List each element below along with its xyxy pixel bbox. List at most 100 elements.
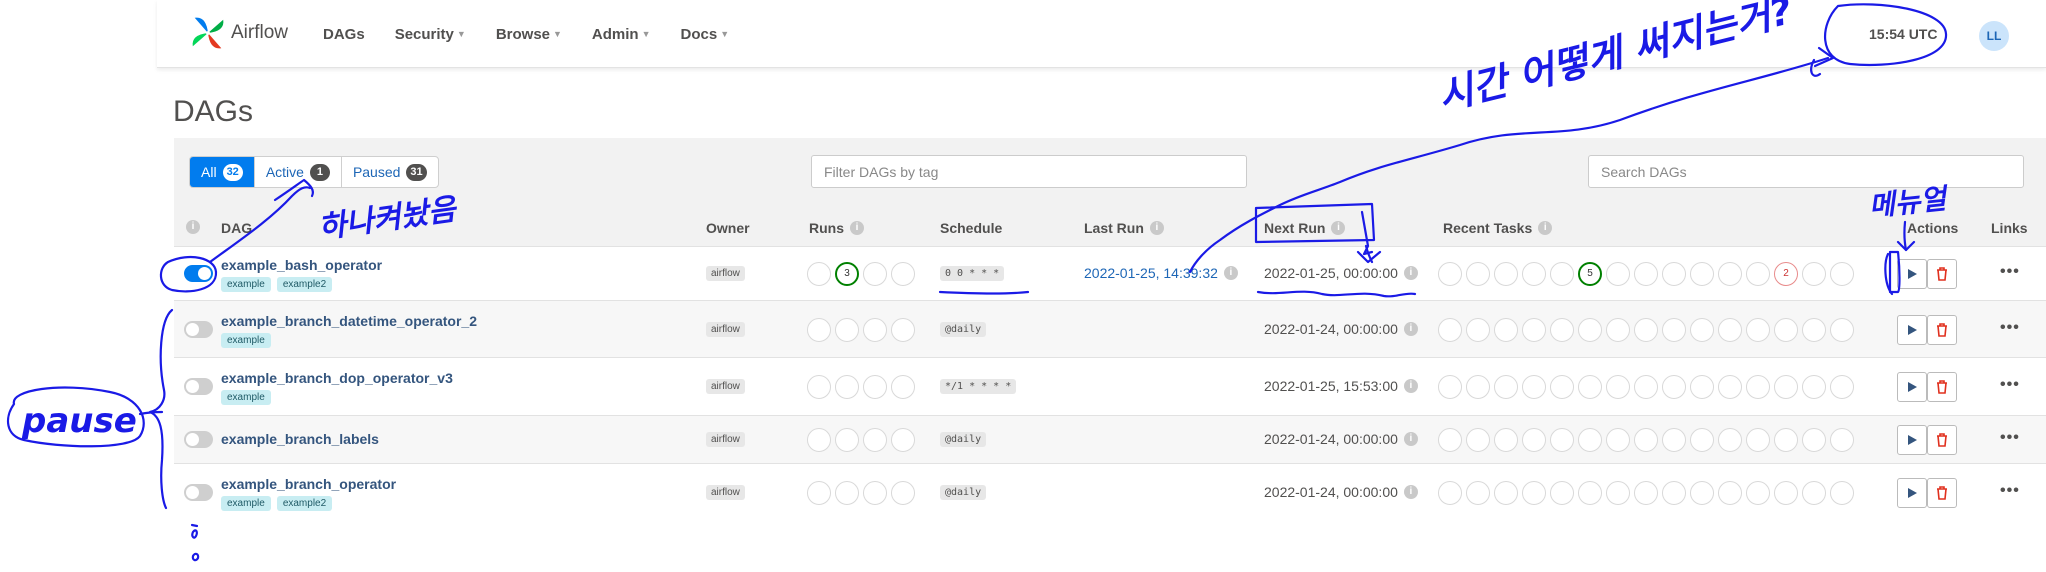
schedule-badge[interactable]: */1 * * * * bbox=[940, 379, 1017, 394]
filter-paused[interactable]: Paused 31 bbox=[342, 157, 438, 187]
task-state-circle[interactable] bbox=[1466, 375, 1490, 399]
task-state-circle[interactable] bbox=[1634, 481, 1658, 505]
dag-tag[interactable]: example bbox=[221, 496, 271, 511]
owner-badge[interactable]: airflow bbox=[706, 485, 745, 500]
task-state-circle[interactable] bbox=[1578, 481, 1602, 505]
task-state-circle[interactable] bbox=[1774, 428, 1798, 452]
dag-pause-toggle[interactable] bbox=[184, 484, 213, 501]
task-state-circle[interactable] bbox=[1830, 317, 1854, 342]
task-state-circle[interactable] bbox=[1438, 481, 1462, 505]
task-state-circle[interactable] bbox=[1690, 375, 1714, 399]
owner-badge[interactable]: airflow bbox=[706, 432, 745, 447]
task-state-circle[interactable] bbox=[1606, 375, 1630, 399]
task-state-circle[interactable] bbox=[1802, 481, 1826, 505]
dag-search-input[interactable] bbox=[1588, 155, 2024, 188]
run-state-circle[interactable] bbox=[807, 375, 831, 399]
task-state-circle[interactable] bbox=[1550, 428, 1574, 452]
delete-dag-button[interactable] bbox=[1927, 425, 1957, 455]
delete-dag-button[interactable] bbox=[1927, 478, 1957, 508]
nav-dags[interactable]: DAGs bbox=[323, 26, 365, 43]
task-state-circle[interactable] bbox=[1494, 481, 1518, 505]
task-state-circle[interactable] bbox=[1634, 262, 1658, 286]
schedule-badge[interactable]: 0 0 * * * bbox=[940, 266, 1005, 281]
task-state-circle[interactable] bbox=[1466, 317, 1490, 342]
col-schedule[interactable]: Schedule bbox=[940, 220, 1002, 236]
user-avatar[interactable]: LL bbox=[1979, 21, 2009, 51]
trigger-dag-button[interactable] bbox=[1897, 478, 1927, 508]
task-state-circle[interactable] bbox=[1802, 428, 1826, 452]
task-state-circle[interactable] bbox=[1606, 262, 1630, 286]
task-state-circle[interactable] bbox=[1494, 262, 1518, 286]
trigger-dag-button[interactable] bbox=[1897, 372, 1927, 402]
task-state-circle[interactable] bbox=[1578, 317, 1602, 342]
run-state-circle[interactable] bbox=[807, 262, 831, 286]
dag-tag[interactable]: example2 bbox=[276, 496, 333, 511]
task-state-circle[interactable] bbox=[1690, 262, 1714, 286]
delete-dag-button[interactable] bbox=[1927, 372, 1957, 402]
task-state-circle[interactable] bbox=[1494, 428, 1518, 452]
dag-pause-toggle[interactable] bbox=[184, 320, 213, 338]
task-state-circle[interactable] bbox=[1830, 428, 1854, 452]
task-state-circle[interactable] bbox=[1522, 317, 1546, 342]
task-state-circle[interactable] bbox=[1466, 428, 1490, 452]
task-state-circle[interactable] bbox=[1746, 262, 1770, 286]
task-state-circle[interactable] bbox=[1746, 428, 1770, 452]
task-state-circle[interactable] bbox=[1494, 375, 1518, 399]
task-state-circle[interactable] bbox=[1550, 317, 1574, 342]
task-state-circle[interactable] bbox=[1578, 375, 1602, 399]
run-state-circle[interactable] bbox=[807, 481, 831, 505]
more-links-icon[interactable]: ••• bbox=[2000, 319, 2020, 337]
dag-tag[interactable]: example bbox=[221, 277, 271, 292]
task-state-circle[interactable] bbox=[1662, 481, 1686, 505]
run-state-circle[interactable] bbox=[863, 375, 887, 399]
run-state-circle[interactable] bbox=[891, 317, 915, 342]
tag-filter-input[interactable] bbox=[811, 155, 1247, 188]
last-run[interactable]: 2022-01-25, 14:39:32 i bbox=[1084, 265, 1238, 281]
delete-dag-button[interactable] bbox=[1927, 314, 1957, 345]
task-state-circle[interactable]: 2 bbox=[1774, 262, 1798, 286]
task-state-circle[interactable] bbox=[1662, 262, 1686, 286]
task-state-circle[interactable] bbox=[1662, 375, 1686, 399]
task-state-circle[interactable] bbox=[1550, 375, 1574, 399]
trigger-dag-button[interactable] bbox=[1897, 259, 1927, 289]
task-state-circle[interactable] bbox=[1746, 317, 1770, 342]
task-state-circle[interactable] bbox=[1438, 375, 1462, 399]
run-state-circle[interactable] bbox=[835, 375, 859, 399]
nav-admin[interactable]: Admin ▼ bbox=[592, 26, 651, 43]
schedule-badge[interactable]: @daily bbox=[940, 432, 987, 447]
trigger-dag-button[interactable] bbox=[1897, 314, 1927, 345]
dag-tag[interactable]: example bbox=[221, 390, 271, 405]
run-state-circle[interactable] bbox=[891, 428, 915, 452]
task-state-circle[interactable] bbox=[1606, 317, 1630, 342]
task-state-circle[interactable] bbox=[1522, 481, 1546, 505]
task-state-circle[interactable] bbox=[1438, 262, 1462, 286]
dag-name-link[interactable]: example_branch_labels bbox=[221, 431, 379, 447]
task-state-circle[interactable] bbox=[1718, 375, 1742, 399]
nav-security[interactable]: Security ▼ bbox=[395, 26, 466, 43]
task-state-circle[interactable] bbox=[1718, 262, 1742, 286]
task-state-circle[interactable] bbox=[1746, 375, 1770, 399]
task-state-circle[interactable] bbox=[1690, 428, 1714, 452]
dag-name-link[interactable]: example_branch_operator bbox=[221, 476, 396, 492]
task-state-circle[interactable] bbox=[1494, 317, 1518, 342]
run-state-circle[interactable] bbox=[863, 262, 887, 286]
task-state-circle[interactable] bbox=[1690, 481, 1714, 505]
run-state-circle[interactable] bbox=[863, 317, 887, 342]
task-state-circle[interactable] bbox=[1718, 317, 1742, 342]
col-dag[interactable]: DAG bbox=[221, 220, 252, 236]
dag-tag[interactable]: example bbox=[221, 332, 271, 348]
delete-dag-button[interactable] bbox=[1927, 259, 1957, 289]
task-state-circle[interactable] bbox=[1606, 428, 1630, 452]
nav-docs[interactable]: Docs ▼ bbox=[681, 26, 730, 43]
run-state-circle[interactable] bbox=[891, 481, 915, 505]
task-state-circle[interactable] bbox=[1802, 262, 1826, 286]
task-state-circle[interactable] bbox=[1550, 262, 1574, 286]
task-state-circle[interactable] bbox=[1802, 375, 1826, 399]
filter-active[interactable]: Active 1 bbox=[255, 157, 342, 187]
dag-name-link[interactable]: example_bash_operator bbox=[221, 257, 382, 273]
task-state-circle[interactable] bbox=[1718, 481, 1742, 505]
schedule-badge[interactable]: @daily bbox=[940, 321, 987, 337]
more-links-icon[interactable]: ••• bbox=[2000, 429, 2020, 447]
task-state-circle[interactable] bbox=[1522, 375, 1546, 399]
run-state-circle[interactable] bbox=[835, 481, 859, 505]
